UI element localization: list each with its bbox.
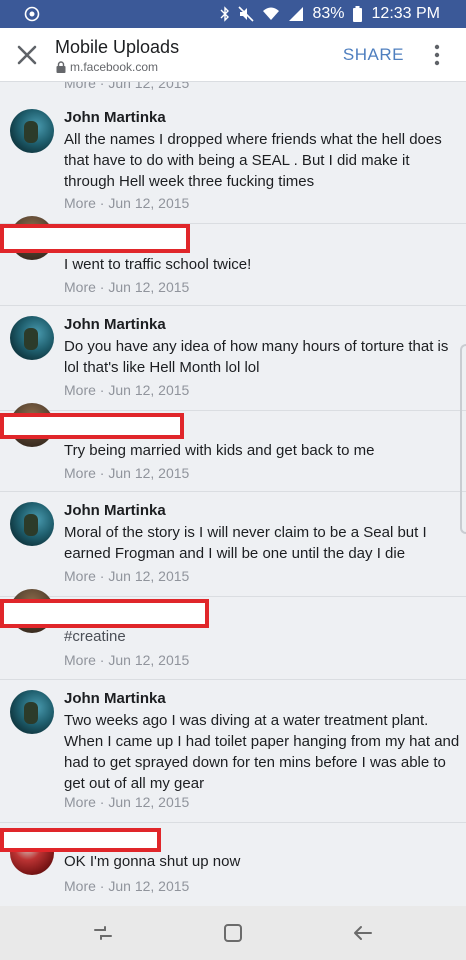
comment-item: #creatine More · Jun 12, 2015 [0,589,466,679]
clock: 12:33 PM [371,5,440,22]
comment-item: John Martinka Two weeks ago I was diving… [0,680,466,822]
previous-comment-meta: More · Jun 12, 2015 [64,82,190,91]
comment-author[interactable]: John Martinka [64,502,166,519]
more-link[interactable]: More [64,568,96,584]
notification-icon [24,6,40,22]
comment-meta: More · Jun 12, 2015 [64,652,190,668]
wifi-icon [263,7,280,20]
page-url: m.facebook.com [70,60,159,74]
comment-date: Jun 12, 2015 [108,195,190,211]
redaction-box [0,828,161,852]
comment-meta: More · Jun 12, 2015 [64,465,190,481]
comment-item: Try being married with kids and get back… [0,403,466,491]
more-link[interactable]: More [64,465,96,481]
comment-author[interactable]: John Martinka [64,316,166,333]
redaction-box [0,224,190,253]
comment-meta: More · Jun 12, 2015 [64,195,190,211]
navigation-bar [0,906,466,960]
more-link[interactable]: More [64,279,96,295]
share-button[interactable]: SHARE [343,45,404,65]
comment-item: I went to traffic school twice! More · J… [0,216,466,305]
redaction-box [0,413,184,439]
comment-meta: More · Jun 12, 2015 [64,279,190,295]
avatar[interactable] [10,502,54,546]
avatar[interactable] [10,690,54,734]
url-row: m.facebook.com [56,60,158,74]
redaction-box [0,599,209,628]
comment-text: Try being married with kids and get back… [64,442,375,459]
comment-date: Jun 12, 2015 [108,652,190,668]
more-options-icon[interactable] [434,44,440,66]
browser-header: Mobile Uploads m.facebook.com SHARE [0,28,466,82]
lock-icon [56,61,66,73]
comment-text[interactable]: #creatine [64,626,460,647]
more-link[interactable]: More [64,878,96,894]
comment-text: I went to traffic school twice! [64,256,252,273]
back-icon[interactable] [350,920,376,946]
comment-item: John Martinka Moral of the story is I wi… [0,492,466,596]
avatar[interactable] [10,109,54,153]
comment-date: Jun 12, 2015 [108,568,190,584]
home-icon[interactable] [220,920,246,946]
comment-item: John Martinka All the names I dropped wh… [0,99,466,223]
comment-date: Jun 12, 2015 [108,279,190,295]
comment-meta: More · Jun 12, 2015 [64,382,190,398]
more-link[interactable]: More [64,195,96,211]
battery-icon [352,6,362,22]
comment-text: Two weeks ago I was diving at a water tr… [64,712,460,792]
avatar[interactable] [10,316,54,360]
comment-date: Jun 12, 2015 [108,382,190,398]
signal-icon [289,7,304,21]
comment-date: Jun 12, 2015 [108,465,190,481]
battery-percent: 83% [312,5,345,22]
comment-meta: More · Jun 12, 2015 [64,794,190,810]
comment-text: All the names I dropped where friends wh… [64,131,442,190]
comment-author[interactable]: John Martinka [64,109,166,126]
mute-icon [238,6,255,22]
more-link[interactable]: More [64,382,96,398]
comment-meta: More · Jun 12, 2015 [64,878,190,894]
recent-apps-icon[interactable] [90,920,116,946]
comment-author[interactable]: John Martinka [64,690,166,707]
bluetooth-icon [220,6,230,22]
comment-meta: More · Jun 12, 2015 [64,568,190,584]
comment-item: John Martinka Do you have any idea of ho… [0,306,466,410]
status-bar: 83% 12:33 PM [0,0,466,28]
comment-text: Moral of the story is I will never claim… [64,524,427,562]
comment-date: Jun 12, 2015 [108,878,190,894]
more-link[interactable]: More [64,794,96,810]
scroll-indicator[interactable] [460,344,466,534]
close-icon[interactable] [16,44,38,66]
comment-item: OK I'm gonna shut up now More · Jun 12, … [0,823,466,906]
comment-text: OK I'm gonna shut up now [64,853,241,870]
more-link[interactable]: More [64,652,96,668]
comment-text: Do you have any idea of how many hours o… [64,338,449,376]
comments-feed: More · Jun 12, 2015 John Martinka All th… [0,82,466,906]
comment-date: Jun 12, 2015 [108,794,190,810]
page-title: Mobile Uploads [55,37,180,57]
